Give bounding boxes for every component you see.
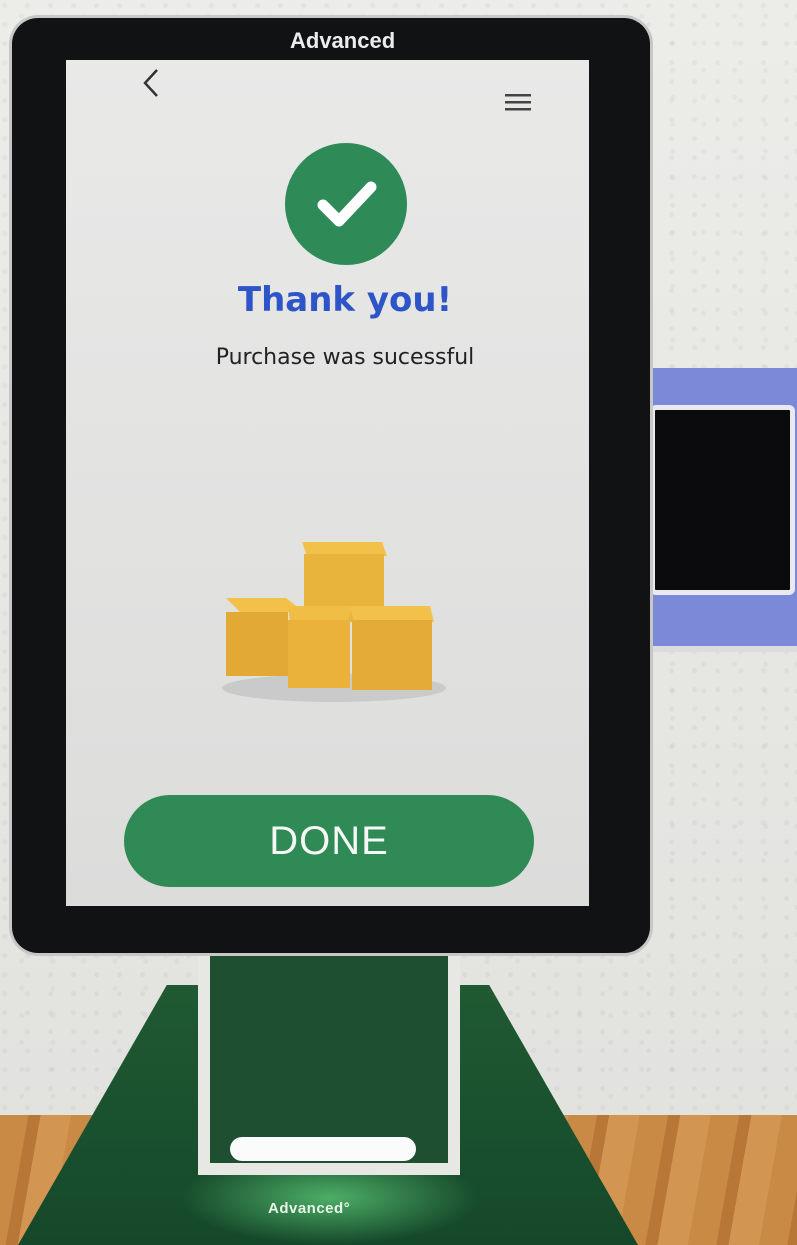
checkmark-icon: [317, 181, 377, 227]
success-badge: [285, 143, 407, 265]
chevron-left-icon[interactable]: [135, 66, 169, 100]
done-button[interactable]: DONE: [124, 795, 534, 887]
stacked-boxes-icon: [222, 542, 446, 702]
purchase-status-text: Purchase was sucessful: [215, 345, 475, 370]
payment-terminal-screen: [650, 405, 795, 595]
stand-light: [230, 1137, 416, 1161]
kiosk-brand-logo: Advanced: [290, 28, 396, 53]
base-brand-logo: Advanced°: [268, 1200, 351, 1217]
thank-you-title: Thank you!: [237, 280, 453, 320]
hamburger-menu-icon[interactable]: [503, 90, 533, 114]
